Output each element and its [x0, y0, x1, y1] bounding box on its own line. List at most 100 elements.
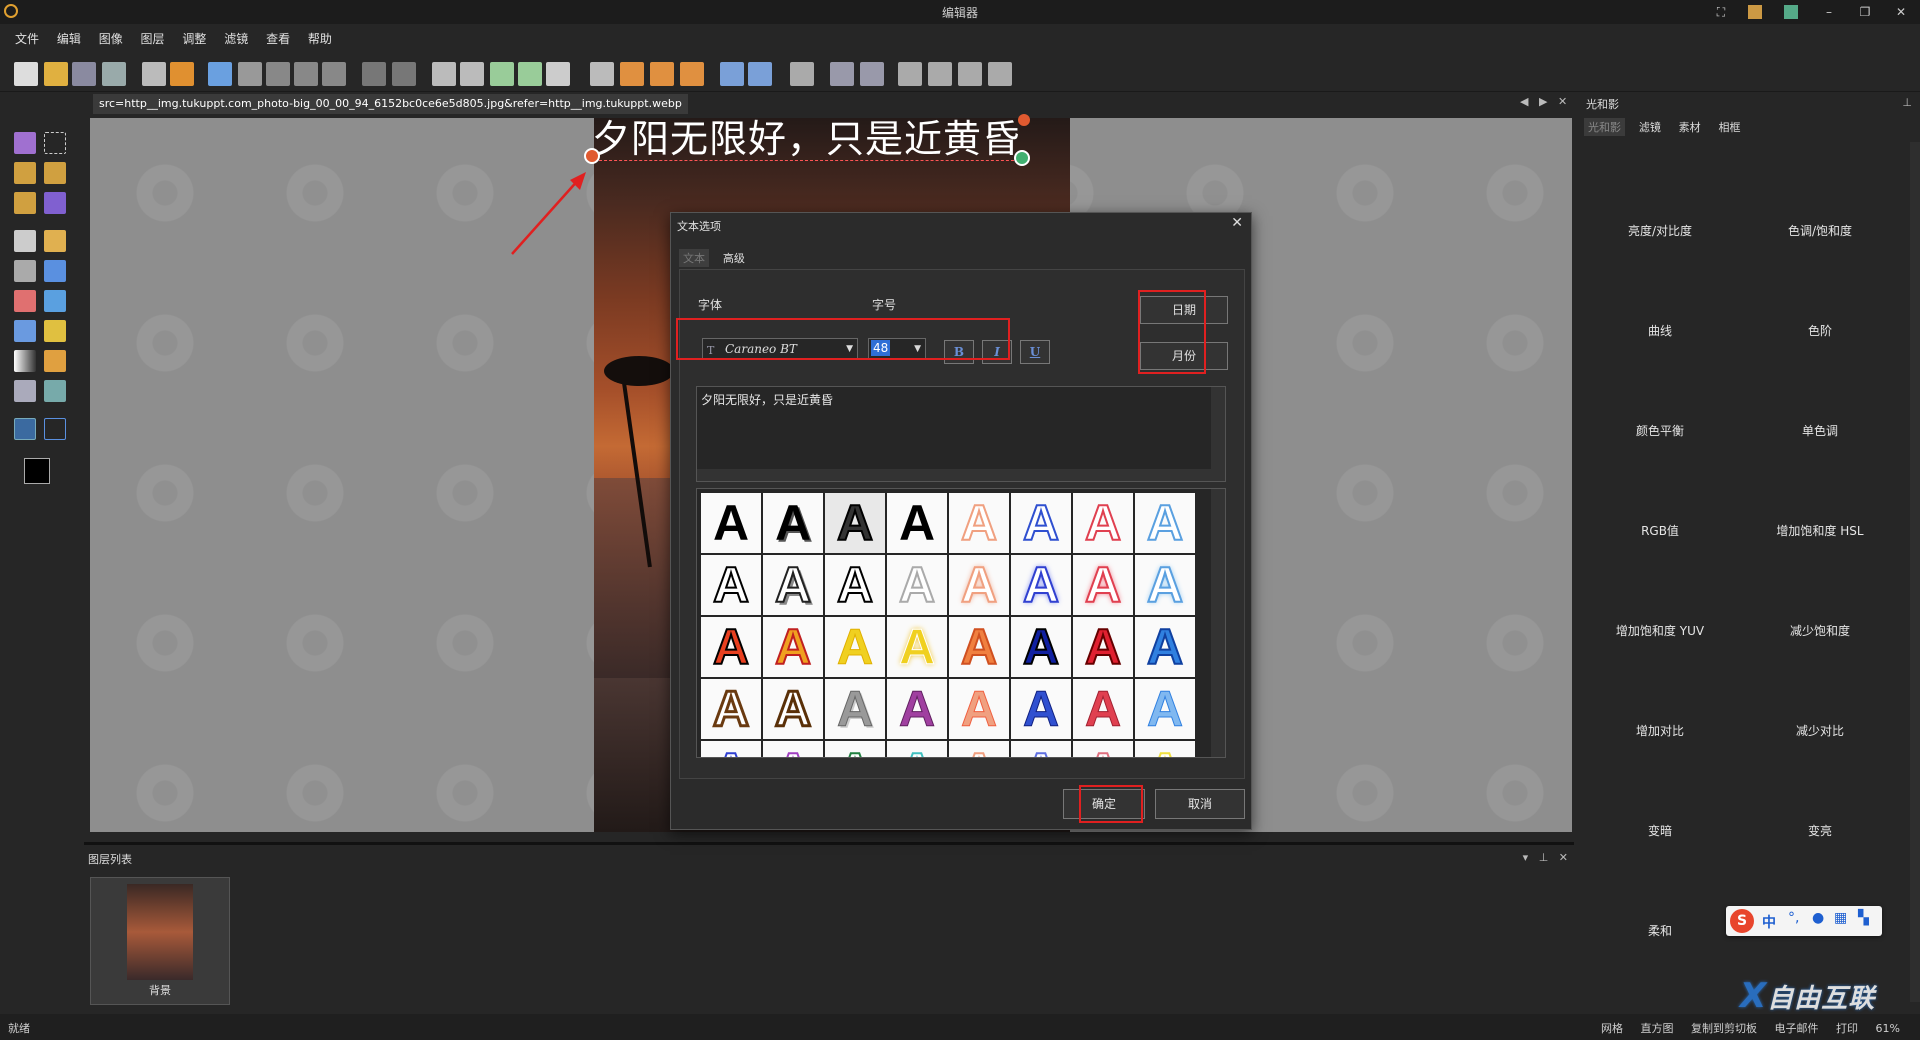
tab-frames[interactable]: 相框	[1714, 118, 1744, 136]
skin-icon[interactable]	[1784, 5, 1798, 19]
tab-filters[interactable]: 滤镜	[1635, 118, 1665, 136]
style-swatch[interactable]: A	[949, 679, 1009, 739]
effect-color-balance[interactable]: 颜色平衡	[1580, 422, 1740, 439]
grid-icon[interactable]	[590, 62, 614, 86]
ime-logo-icon[interactable]: S	[1730, 909, 1754, 933]
copy-clipboard-button[interactable]: 复制到剪切板	[1691, 1022, 1757, 1035]
flip-vertical-icon[interactable]	[432, 62, 456, 86]
tab-advanced[interactable]: 高级	[719, 249, 749, 267]
style-swatch[interactable]: A	[701, 493, 761, 553]
menu-help[interactable]: 帮助	[301, 28, 339, 50]
layer-item[interactable]: 背景	[90, 877, 230, 1005]
delete-handle-icon[interactable]	[1018, 114, 1030, 126]
effect-darken[interactable]: 变暗	[1580, 822, 1740, 839]
align-center-icon[interactable]	[928, 62, 952, 86]
fullscreen-icon[interactable]: ⛶	[1712, 3, 1730, 21]
style-swatch[interactable]: A	[1073, 741, 1133, 757]
style-swatch[interactable]: A	[763, 741, 823, 757]
effect-saturation-hsl[interactable]: 增加饱和度 HSL	[1740, 522, 1900, 539]
gradient-tool-icon[interactable]	[14, 350, 36, 372]
copy-icon[interactable]	[266, 62, 290, 86]
text-input[interactable]: 夕阳无限好，只是近黄昏	[696, 386, 1226, 482]
underline-button[interactable]: U	[1020, 340, 1050, 364]
style-swatch[interactable]: A	[1135, 741, 1195, 757]
effect-levels[interactable]: 色阶	[1740, 322, 1900, 339]
menu-image[interactable]: 图像	[92, 28, 130, 50]
actual-size-icon[interactable]	[860, 62, 884, 86]
blur-tool-icon[interactable]	[44, 290, 66, 312]
redo-icon[interactable]	[392, 62, 416, 86]
resize-handle-icon[interactable]	[1014, 150, 1030, 166]
style-swatch[interactable]: A	[701, 679, 761, 739]
save-as-icon[interactable]	[102, 62, 126, 86]
text-input-vscroll[interactable]	[1211, 387, 1225, 481]
effect-soften[interactable]: 柔和	[1580, 922, 1740, 939]
grid-options-icon[interactable]	[680, 62, 704, 86]
style-swatch[interactable]: A	[1135, 617, 1195, 677]
grid-toggle[interactable]: 网格	[1601, 1022, 1623, 1035]
tab-light-shadow[interactable]: 光和影	[1584, 118, 1625, 136]
fill-tool-icon[interactable]	[14, 320, 36, 342]
eraser-tool-icon[interactable]	[14, 290, 36, 312]
open-folder-icon[interactable]	[44, 62, 68, 86]
new-file-icon[interactable]	[14, 62, 38, 86]
style-swatch[interactable]: A	[1073, 493, 1133, 553]
undo-icon[interactable]	[362, 62, 386, 86]
pencil-tool-icon[interactable]	[44, 230, 66, 252]
profile-icon[interactable]	[1748, 5, 1762, 19]
crop-tool-icon[interactable]	[44, 192, 66, 214]
line-tool-icon[interactable]	[14, 260, 36, 282]
minimize-icon[interactable]: –	[1820, 3, 1838, 21]
style-swatch[interactable]: A	[1135, 555, 1195, 615]
close-icon[interactable]: ✕	[1892, 3, 1910, 21]
lasso-tool-icon[interactable]	[14, 162, 36, 184]
style-swatch[interactable]: A	[763, 555, 823, 615]
delete-icon[interactable]	[322, 62, 346, 86]
stamp-tool-icon[interactable]	[44, 350, 66, 372]
retouch-tool-icon[interactable]	[14, 380, 36, 402]
magic-wand-tool-icon[interactable]	[44, 162, 66, 184]
pin-icon[interactable]: ⊥	[1539, 851, 1549, 864]
flip-horizontal-icon[interactable]	[460, 62, 484, 86]
select-cursor-icon[interactable]	[790, 62, 814, 86]
effect-rgb[interactable]: RGB值	[1580, 522, 1740, 539]
text-tool-icon[interactable]	[14, 418, 36, 440]
style-swatch[interactable]: A	[1073, 617, 1133, 677]
keyboard-icon[interactable]: ▦	[1834, 910, 1847, 926]
tab-close-icon[interactable]: ✕	[1558, 95, 1567, 108]
print-icon[interactable]	[142, 62, 166, 86]
effect-increase-contrast[interactable]: 增加对比	[1580, 722, 1740, 739]
text-object[interactable]: 夕阳无限好，只是近黄昏	[592, 118, 1022, 160]
style-swatch[interactable]: A	[1011, 493, 1071, 553]
ime-mode[interactable]: 中	[1762, 912, 1776, 932]
menu-file[interactable]: 文件	[8, 28, 46, 50]
grid-menu-icon[interactable]: ▚	[1858, 910, 1869, 926]
save-icon[interactable]	[72, 62, 96, 86]
style-swatch[interactable]: A	[701, 741, 761, 757]
effect-monotone[interactable]: 单色调	[1740, 422, 1900, 439]
style-swatch[interactable]: A	[1073, 679, 1133, 739]
foreground-color-swatch[interactable]	[24, 458, 50, 484]
tab-prev-icon[interactable]: ◀	[1520, 95, 1528, 108]
brush-tool-icon[interactable]	[44, 260, 66, 282]
style-swatch[interactable]: A	[1011, 555, 1071, 615]
menu-edit[interactable]: 编辑	[50, 28, 88, 50]
effect-desaturate[interactable]: 减少饱和度	[1740, 622, 1900, 639]
right-panel-scrollbar[interactable]	[1910, 142, 1920, 1002]
style-swatch[interactable]: A	[887, 741, 947, 757]
email-button[interactable]: 电子邮件	[1775, 1022, 1819, 1035]
effect-lighten[interactable]: 变亮	[1740, 822, 1900, 839]
style-swatch[interactable]: A	[701, 555, 761, 615]
zoom-level[interactable]: 61%	[1876, 1022, 1900, 1035]
menu-filter[interactable]: 滤镜	[217, 28, 255, 50]
style-swatch[interactable]: A	[825, 679, 885, 739]
pointer-tool-icon[interactable]	[14, 132, 36, 154]
style-swatch[interactable]: A	[763, 617, 823, 677]
style-swatch[interactable]: A	[1135, 493, 1195, 553]
close-icon[interactable]: ✕	[1559, 851, 1568, 864]
style-swatch[interactable]: A	[949, 493, 1009, 553]
menu-view[interactable]: 查看	[259, 28, 297, 50]
cut-icon[interactable]	[238, 62, 262, 86]
restore-icon[interactable]: ❐	[1856, 3, 1874, 21]
menu-layer[interactable]: 图层	[134, 28, 172, 50]
